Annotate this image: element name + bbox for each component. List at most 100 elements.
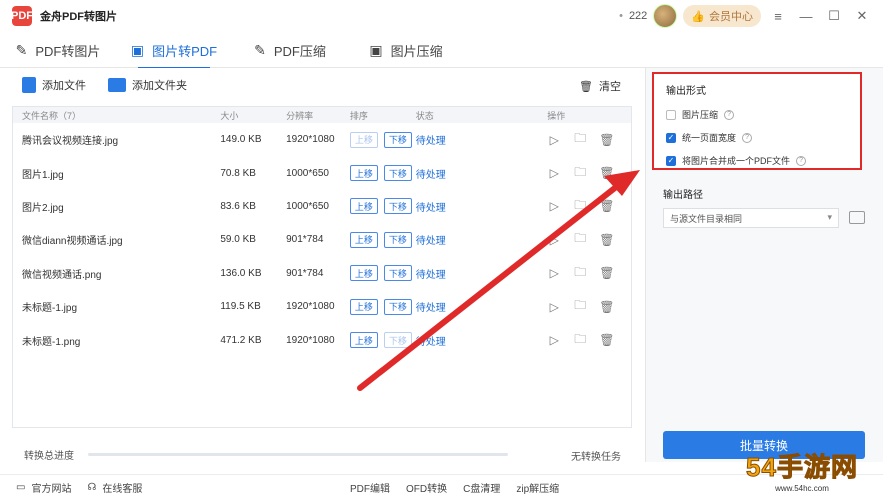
output-option[interactable]: ✓ 将图片合并成一个PDF文件?: [666, 149, 860, 172]
output-option[interactable]: ✓ 统一页面宽度?: [666, 126, 860, 149]
close-icon[interactable]: ✕: [851, 8, 873, 24]
tab-bar: ✎ PDF转图片 ▣ 图片转PDF ✎ PDF压缩 ▣ 图片压缩: [0, 32, 883, 69]
move-up-button[interactable]: 上移: [349, 265, 378, 282]
file-size: 149.0 KB: [220, 134, 262, 146]
file-name: 未标题-1.png: [22, 336, 81, 348]
file-status: 待处理: [416, 333, 548, 348]
move-down-button[interactable]: 下移: [383, 332, 412, 349]
move-up-button[interactable]: 上移: [349, 198, 378, 215]
folder-icon[interactable]: 🗀: [573, 129, 587, 150]
online-service-link[interactable]: ☊ 在线客服: [87, 480, 142, 495]
play-icon[interactable]: ▷: [547, 133, 561, 147]
play-icon[interactable]: ▷: [547, 233, 561, 247]
delete-icon[interactable]: 🗑: [599, 333, 614, 347]
pdf-to-image-icon: ✎: [15, 41, 28, 58]
footer-link-pdf-edit[interactable]: PDF编辑: [350, 480, 390, 495]
move-down-button[interactable]: 下移: [383, 165, 412, 182]
delete-icon[interactable]: 🗑: [599, 166, 614, 180]
folder-icon[interactable]: 🗀: [573, 330, 587, 351]
trash-icon: 🗑: [579, 80, 593, 93]
table-row[interactable]: 图片2.jpg 83.6 KB 1000*650 上移 下移 待处理 ▷ 🗀 🗑: [13, 190, 631, 223]
file-name: 图片1.jpg: [22, 169, 64, 181]
folder-icon[interactable]: 🗀: [573, 163, 587, 184]
delete-icon[interactable]: 🗑: [599, 199, 614, 213]
footer-link-ofd[interactable]: OFD转换: [406, 480, 447, 495]
folder-icon[interactable]: 🗀: [573, 263, 587, 284]
delete-icon[interactable]: 🗑: [599, 133, 614, 147]
file-size: 136.0 KB: [220, 267, 262, 279]
add-file-button[interactable]: 添加文件: [22, 77, 86, 93]
progress-area: 转换总进度 无转换任务: [0, 442, 645, 466]
folder-icon[interactable]: 🗀: [573, 296, 587, 317]
help-icon[interactable]: ?: [742, 132, 753, 143]
move-down-button[interactable]: 下移: [383, 265, 412, 282]
move-down-button[interactable]: 下移: [383, 198, 412, 215]
output-path-value: 与源文件目录相同: [670, 213, 743, 224]
move-up-button[interactable]: 上移: [349, 332, 378, 349]
footer-link-cdisk[interactable]: C盘清理: [463, 480, 500, 495]
tab-pdf-to-image[interactable]: ✎ PDF转图片: [0, 32, 116, 68]
output-path-select[interactable]: 与源文件目录相同 ▾: [663, 208, 839, 228]
delete-icon[interactable]: 🗑: [599, 300, 614, 314]
vip-center-button[interactable]: 👍 会员中心: [683, 5, 761, 27]
order-controls: 上移 下移: [349, 231, 416, 248]
move-down-button[interactable]: 下移: [383, 131, 412, 148]
footer-link-zip[interactable]: zip解压缩: [516, 480, 559, 495]
delete-icon[interactable]: 🗑: [599, 233, 614, 247]
clear-button[interactable]: 🗑 清空: [579, 78, 621, 94]
status-label: 待处理: [415, 202, 446, 214]
table-row[interactable]: 未标题-1.png 471.2 KB 1920*1080 上移 下移 待处理 ▷ 🗀 🗑: [13, 323, 631, 356]
file-status: 待处理: [416, 232, 548, 247]
table-row[interactable]: 图片1.jpg 70.8 KB 1000*650 上移 下移 待处理 ▷ 🗀 🗑: [13, 156, 631, 189]
minimize-icon[interactable]: —: [795, 9, 817, 24]
output-format-title: 输出形式: [666, 86, 706, 97]
play-icon[interactable]: ▷: [547, 333, 561, 347]
file-resolution: 1920*1080: [286, 334, 335, 346]
folder-icon[interactable]: 🗀: [573, 196, 587, 217]
online-service-label: 在线客服: [102, 484, 143, 495]
browse-folder-icon[interactable]: [849, 211, 865, 224]
delete-icon[interactable]: 🗑: [599, 266, 614, 280]
play-icon[interactable]: ▷: [547, 199, 561, 213]
table-row[interactable]: 微信diann视频通话.jpg 59.0 KB 901*784 上移 下移 待处理 ▷ 🗀 🗑: [13, 223, 631, 256]
header-order: 排序: [349, 110, 368, 121]
file-status: 待处理: [416, 299, 548, 314]
status-label: 待处理: [415, 269, 446, 281]
add-folder-button[interactable]: 添加文件夹: [108, 77, 187, 93]
table-row[interactable]: 未标题-1.jpg 119.5 KB 1920*1080 上移 下移 待处理 ▷ 🗀 🗑: [13, 290, 631, 323]
move-up-button[interactable]: 上移: [349, 165, 378, 182]
progress-label: 转换总进度: [24, 450, 74, 462]
output-option[interactable]: 图片压缩?: [666, 103, 860, 126]
add-folder-label: 添加文件夹: [132, 80, 187, 92]
folder-icon[interactable]: 🗀: [573, 229, 587, 250]
move-up-button[interactable]: 上移: [349, 131, 378, 148]
move-up-button[interactable]: 上移: [349, 298, 378, 315]
move-down-button[interactable]: 下移: [383, 231, 412, 248]
avatar[interactable]: [653, 4, 678, 28]
checkbox[interactable]: ✓: [666, 132, 676, 143]
chevron-down-icon: ▾: [827, 212, 832, 222]
tab-image-to-pdf[interactable]: ▣ 图片转PDF: [116, 32, 232, 69]
move-up-button[interactable]: 上移: [349, 231, 378, 248]
file-resolution: 901*784: [286, 267, 324, 279]
table-row[interactable]: 腾讯会议视频连接.jpg 149.0 KB 1920*1080 上移 下移 待处理 ▷ 🗀 🗑: [13, 123, 631, 156]
checkbox[interactable]: [666, 109, 676, 120]
table-header: 文件名称（7） 大小 分辨率 排序 状态 操作: [13, 107, 631, 123]
help-icon[interactable]: ?: [724, 109, 735, 120]
maximize-icon[interactable]: ☐: [823, 8, 845, 24]
official-site-link[interactable]: ▭ 官方网站: [16, 480, 71, 495]
play-icon[interactable]: ▷: [547, 300, 561, 314]
file-status: 待处理: [416, 166, 548, 181]
status-label: 待处理: [415, 136, 446, 148]
help-icon[interactable]: ?: [796, 155, 807, 166]
order-controls: 上移 下移: [349, 165, 416, 182]
tab-pdf-compress[interactable]: ✎ PDF压缩: [232, 32, 348, 68]
tab-image-compress[interactable]: ▣ 图片压缩: [348, 32, 464, 68]
table-row[interactable]: 微信视频通话.png 136.0 KB 901*784 上移 下移 待处理 ▷ 🗀 🗑: [13, 257, 631, 290]
checkbox[interactable]: ✓: [666, 155, 676, 166]
play-icon[interactable]: ▷: [547, 266, 561, 280]
move-down-button[interactable]: 下移: [383, 298, 412, 315]
menu-icon[interactable]: ≡: [767, 9, 789, 24]
play-icon[interactable]: ▷: [547, 166, 561, 180]
add-folder-icon: [108, 78, 126, 92]
